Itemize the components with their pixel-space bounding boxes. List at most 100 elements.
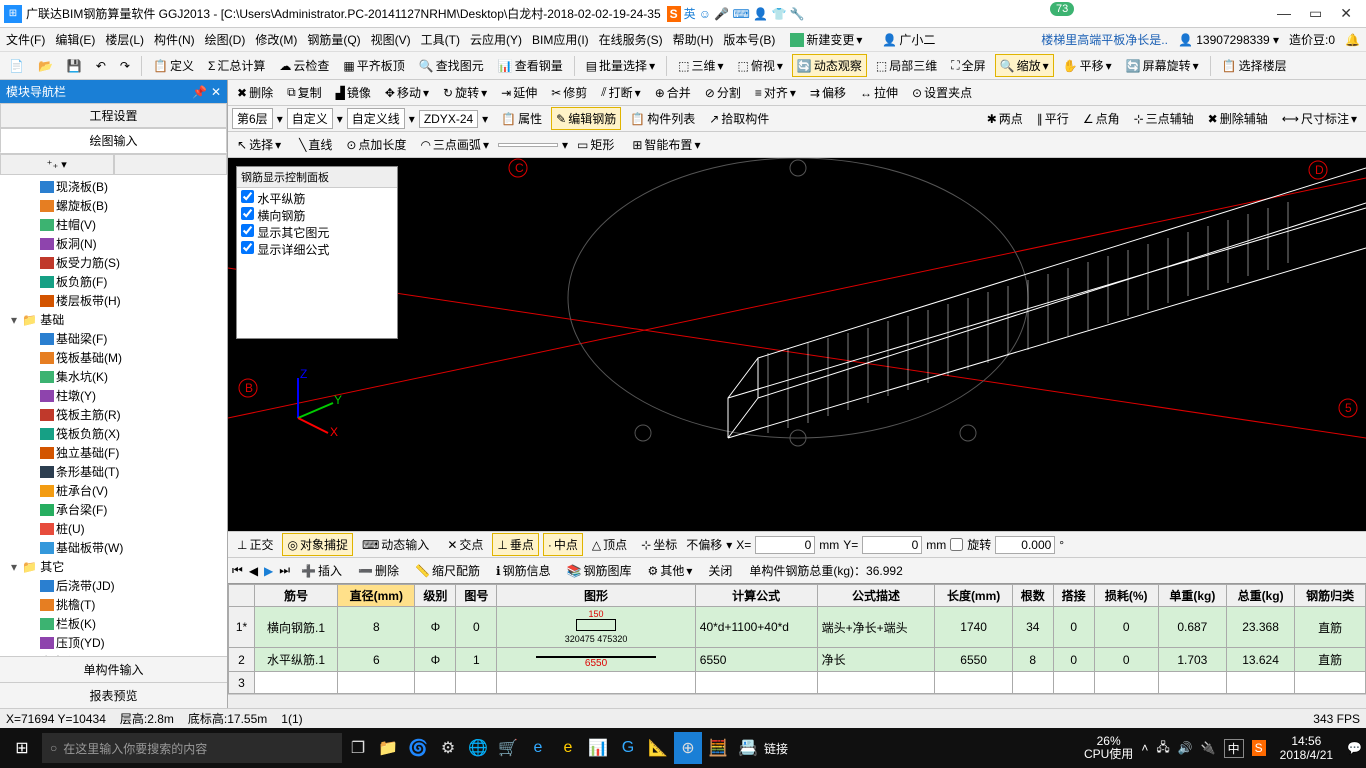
- rect-button[interactable]: ▭ 矩形: [572, 133, 619, 156]
- col-header[interactable]: 根数: [1012, 585, 1053, 607]
- dynview-button[interactable]: 🔄 动态观察: [792, 54, 867, 77]
- close-grid-button[interactable]: 关闭: [703, 559, 737, 582]
- arc3-button[interactable]: ◠ 三点画弧 ▾: [415, 133, 494, 156]
- col-header[interactable]: 筋号: [255, 585, 338, 607]
- mirror-button[interactable]: ▟ 镜像: [331, 81, 376, 104]
- insert-row-button[interactable]: ➕ 插入: [296, 559, 347, 582]
- fullscreen-button[interactable]: ⛶ 全屏: [946, 54, 990, 77]
- batch-button[interactable]: ▤ 批量选择 ▾: [581, 54, 660, 77]
- edge2-icon[interactable]: e: [524, 732, 552, 764]
- tree-item[interactable]: 楼层板带(H): [0, 291, 227, 310]
- tree-group[interactable]: ▾📁 其它: [0, 557, 227, 576]
- rebar-table[interactable]: 筋号直径(mm)级别图号图形计算公式公式描述长度(mm)根数搭接损耗(%)单重(…: [228, 583, 1366, 694]
- draw-empty-select[interactable]: [498, 143, 558, 147]
- bell-icon[interactable]: 🔔: [1345, 33, 1360, 47]
- cloud-check-button[interactable]: ☁ 云检查: [274, 54, 334, 77]
- tab-draw[interactable]: 绘图输入: [0, 128, 227, 153]
- edge-icon[interactable]: 🌐: [464, 732, 492, 764]
- new-icon[interactable]: 📄: [4, 56, 29, 76]
- tree-item[interactable]: 筏板负筋(X): [0, 424, 227, 443]
- tray-batt-icon[interactable]: 🔌: [1201, 741, 1216, 755]
- user-button[interactable]: 👤广小二: [877, 28, 940, 51]
- other-button[interactable]: ⚙ 其他 ▾: [643, 559, 698, 582]
- ortho-button[interactable]: ⊥ 正交: [232, 533, 278, 556]
- break-button[interactable]: ⫽ 打断 ▾: [596, 81, 645, 104]
- link-label[interactable]: 链接: [764, 740, 788, 757]
- stretch-button[interactable]: ↔ 拉伸: [855, 81, 903, 104]
- tray-net-icon[interactable]: 🖧: [1156, 738, 1169, 759]
- pan-button[interactable]: ✋ 平移 ▾: [1058, 54, 1117, 77]
- menu-online[interactable]: 在线服务(S): [599, 31, 663, 48]
- extend-button[interactable]: ⇥ 延伸: [496, 81, 542, 104]
- tree-item[interactable]: 柱墩(Y): [0, 386, 227, 405]
- menu-version[interactable]: 版本号(B): [723, 31, 775, 48]
- app-icon-5[interactable]: 📊: [584, 732, 612, 764]
- tray-vol-icon[interactable]: 🔊: [1178, 741, 1193, 755]
- app-icon-6[interactable]: G: [614, 732, 642, 764]
- new-change-button[interactable]: 新建变更 ▾: [785, 28, 867, 51]
- menu-help[interactable]: 帮助(H): [673, 31, 714, 48]
- split-button[interactable]: ⊘ 分割: [700, 81, 746, 104]
- tree-item[interactable]: 基础板带(W): [0, 538, 227, 557]
- name-select[interactable]: ZDYX-24: [419, 110, 478, 128]
- menu-tool[interactable]: 工具(T): [421, 31, 460, 48]
- col-header[interactable]: [229, 585, 255, 607]
- col-header[interactable]: 搭接: [1053, 585, 1094, 607]
- y-input[interactable]: [862, 536, 922, 554]
- attr-button[interactable]: 📋 属性: [496, 107, 547, 130]
- subtab-plus[interactable]: ⁺₊ ▾: [0, 154, 114, 175]
- osnap-button[interactable]: ◎ 对象捕捉: [282, 533, 353, 556]
- delete-button[interactable]: ✖ 删除: [232, 81, 278, 104]
- hscroll[interactable]: [228, 694, 1366, 708]
- tray-clock[interactable]: 14:562018/4/21: [1274, 734, 1339, 763]
- display-option[interactable]: 显示其它图元: [241, 224, 393, 241]
- tree-item[interactable]: 压顶(YD): [0, 633, 227, 652]
- close-panel-icon[interactable]: ✕: [211, 85, 221, 99]
- table-row[interactable]: 1*横向钢筋.18Φ0150320475 47532040*d+1100+40*…: [229, 607, 1366, 648]
- redo-icon[interactable]: ↷: [115, 56, 135, 76]
- menu-bim[interactable]: BIM应用(I): [532, 31, 589, 48]
- tree-item[interactable]: 板受力筋(S): [0, 253, 227, 272]
- viewport-3d[interactable]: C D B 5 Z Y X 钢筋显示控制面板 水平纵筋 横向钢筋 显示其它图元 …: [228, 158, 1366, 531]
- local3d-button[interactable]: ⬚ 局部三维: [871, 54, 942, 77]
- app-icon-7[interactable]: 📐: [644, 732, 672, 764]
- display-option[interactable]: 横向钢筋: [241, 207, 393, 224]
- rot-checkbox[interactable]: [950, 538, 963, 551]
- ime-badge[interactable]: S: [667, 6, 681, 22]
- taskview-icon[interactable]: ❐: [344, 732, 372, 764]
- start-button[interactable]: ⊞: [4, 732, 40, 764]
- lib-button[interactable]: 📚 钢筋图库: [562, 559, 637, 582]
- col-header[interactable]: 图号: [456, 585, 497, 607]
- tray-sogou-icon[interactable]: S: [1252, 740, 1266, 756]
- tip-link[interactable]: 楼梯里高端平板净长是..: [1041, 31, 1168, 48]
- taskbar-search[interactable]: ○ 在这里输入你要搜索的内容: [42, 733, 342, 763]
- flat-button[interactable]: ▦ 平齐板顶: [338, 54, 409, 77]
- tree-item[interactable]: 筏板基础(M): [0, 348, 227, 367]
- tree-item[interactable]: 条形基础(T): [0, 462, 227, 481]
- tab-project[interactable]: 工程设置: [0, 103, 227, 128]
- move-button[interactable]: ✥ 移动 ▾: [380, 81, 434, 104]
- menu-draw[interactable]: 绘图(D): [205, 31, 246, 48]
- menu-modify[interactable]: 修改(M): [255, 31, 297, 48]
- ime-bar[interactable]: S 英 ☺ 🎤 ⌨ 👤 👕 🔧: [667, 5, 805, 22]
- app-icon-10[interactable]: 📇: [734, 732, 762, 764]
- tree-item[interactable]: 柱帽(V): [0, 215, 227, 234]
- col-header[interactable]: 公式描述: [817, 585, 935, 607]
- coord-button[interactable]: ⊹ 坐标: [636, 533, 682, 556]
- info-button[interactable]: ℹ 钢筋信息: [491, 559, 556, 582]
- minimize-button[interactable]: —: [1277, 5, 1291, 22]
- parallel-button[interactable]: ∥ 平行: [1032, 107, 1074, 130]
- zoom-button[interactable]: 🔍 缩放 ▾: [995, 54, 1054, 77]
- menu-rebar[interactable]: 钢筋量(Q): [307, 31, 360, 48]
- col-header[interactable]: 钢筋归类: [1295, 585, 1366, 607]
- merge-button[interactable]: ⊕ 合并: [650, 81, 696, 104]
- rot-input[interactable]: [995, 536, 1055, 554]
- smart-button[interactable]: ⊞ 智能布置 ▾: [627, 133, 705, 156]
- copy-button[interactable]: ⧉ 复制: [282, 81, 327, 104]
- col-header[interactable]: 损耗(%): [1094, 585, 1158, 607]
- mid-button[interactable]: · 中点: [543, 533, 583, 556]
- edit-rebar-button[interactable]: ✎ 编辑钢筋: [551, 107, 621, 130]
- open-icon[interactable]: 📂: [33, 56, 58, 76]
- menu-component[interactable]: 构件(N): [154, 31, 195, 48]
- tree-group[interactable]: ▾📁 基础: [0, 310, 227, 329]
